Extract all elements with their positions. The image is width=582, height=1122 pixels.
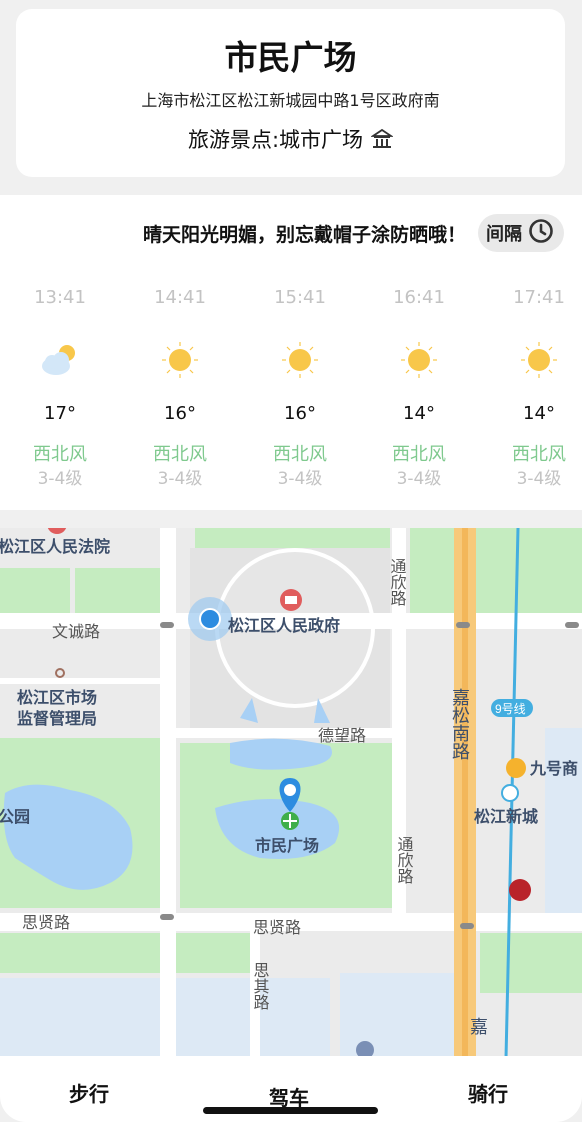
place-address: 上海市松江区松江新城园中路1号区政府南 — [141, 91, 440, 110]
forecast-temp: 17° — [44, 403, 76, 424]
landmark-icon — [371, 128, 394, 150]
map-label-tongxin-road-top: 通欣路 — [388, 558, 407, 606]
forecast-temp: 14° — [523, 403, 555, 424]
map-label-government: 松江区人民政府 — [228, 616, 340, 635]
map-label-line9: 9号线 — [495, 702, 526, 716]
home-indicator — [203, 1107, 378, 1114]
interval-button[interactable]: 间隔 — [478, 214, 564, 252]
map-label-jiasong-road: 嘉松南路 — [450, 688, 470, 760]
map-label-songjiang-station: 松江新城 — [474, 807, 538, 826]
forecast-wind: 西北风 — [392, 444, 446, 465]
forecast-wind-level: 3-4级 — [37, 469, 83, 489]
map-label-sixian-road-mid: 思贤路 — [253, 919, 301, 937]
forecast-item: 16:41 14° 西北风 3-4级 — [359, 285, 479, 489]
interval-label: 间隔 — [486, 224, 522, 245]
map-label-wencheng-road: 文诚路 — [52, 623, 100, 641]
tab-walk[interactable]: 步行 — [69, 1078, 109, 1107]
place-type-label: 旅游景点:城市广场 — [187, 128, 364, 152]
forecast-wind: 西北风 — [153, 444, 207, 465]
tab-ride[interactable]: 骑行 — [468, 1078, 508, 1107]
forecast-item: 17:41 14° 西北风 3-4级 — [479, 285, 582, 489]
partly-cloudy-icon — [0, 327, 120, 393]
place-title: 市民广场 — [224, 38, 357, 77]
weather-tip: 晴天阳光明媚，别忘戴帽子涂防晒哦！ — [142, 224, 466, 246]
map-label-siqi-road: 思其路 — [251, 962, 270, 1010]
forecast-time: 17:41 — [513, 287, 565, 308]
forecast-wind: 西北风 — [512, 444, 566, 465]
forecast-time: 16:41 — [393, 287, 445, 308]
forecast-temp: 16° — [164, 403, 196, 424]
sunny-icon — [240, 327, 360, 393]
map-label-plaza: 市民广场 — [255, 836, 319, 855]
hourly-forecast: 13:41 17° 西北风 3-4级 14:41 16° 西北风 3-4级 15… — [0, 285, 582, 495]
map-label-tongxin-road-mid: 通欣路 — [395, 836, 414, 884]
map-label-jiasong-road-bottom: 嘉 — [470, 1017, 488, 1037]
forecast-wind-level: 3-4级 — [277, 469, 323, 489]
forecast-wind: 西北风 — [33, 444, 87, 465]
place-type: 旅游景点:城市广场 — [16, 124, 565, 154]
map-label-market-bureau-1: 松江区市场 — [17, 688, 97, 707]
forecast-item: 13:41 17° 西北风 3-4级 — [0, 285, 120, 489]
forecast-wind-level: 3-4级 — [157, 469, 203, 489]
map-label-jiuhao: 九号商 — [529, 759, 578, 778]
sunny-icon — [359, 327, 479, 393]
forecast-time: 15:41 — [274, 287, 326, 308]
weather-tip-row: 晴天阳光明媚，别忘戴帽子涂防晒哦！ 间隔 — [0, 213, 582, 253]
forecast-time: 14:41 — [154, 287, 206, 308]
forecast-temp: 14° — [403, 403, 435, 424]
forecast-wind-level: 3-4级 — [516, 469, 562, 489]
clock-icon — [528, 218, 554, 249]
map-label-park: 公园 — [0, 808, 30, 826]
map-label-court: 松江区人民法院 — [0, 537, 110, 556]
forecast-wind: 西北风 — [273, 444, 327, 465]
sunny-icon — [479, 327, 582, 393]
map-label-dewang-road: 德望路 — [318, 727, 366, 745]
forecast-wind-level: 3-4级 — [396, 469, 442, 489]
forecast-time: 13:41 — [34, 287, 86, 308]
sunny-icon — [120, 327, 240, 393]
map-label-market-bureau-2: 监督管理局 — [17, 709, 97, 728]
map-view[interactable]: 松江区人民法院 文诚路 松江区人民政府 松江区市场 监督管理局 德望路 公园 市… — [0, 528, 582, 1058]
bottom-tab-bar: 步行 驾车 骑行 — [0, 1056, 582, 1122]
map-label-sixian-road-left: 思贤路 — [22, 914, 70, 932]
place-header-card: 市民广场 上海市松江区松江新城园中路1号区政府南 旅游景点:城市广场 — [16, 9, 565, 177]
forecast-item: 15:41 16° 西北风 3-4级 — [240, 285, 360, 489]
forecast-temp: 16° — [284, 403, 316, 424]
weather-panel: 晴天阳光明媚，别忘戴帽子涂防晒哦！ 间隔 13:41 17° 西北风 3-4级 … — [0, 195, 582, 510]
forecast-item: 14:41 16° 西北风 3-4级 — [120, 285, 240, 489]
